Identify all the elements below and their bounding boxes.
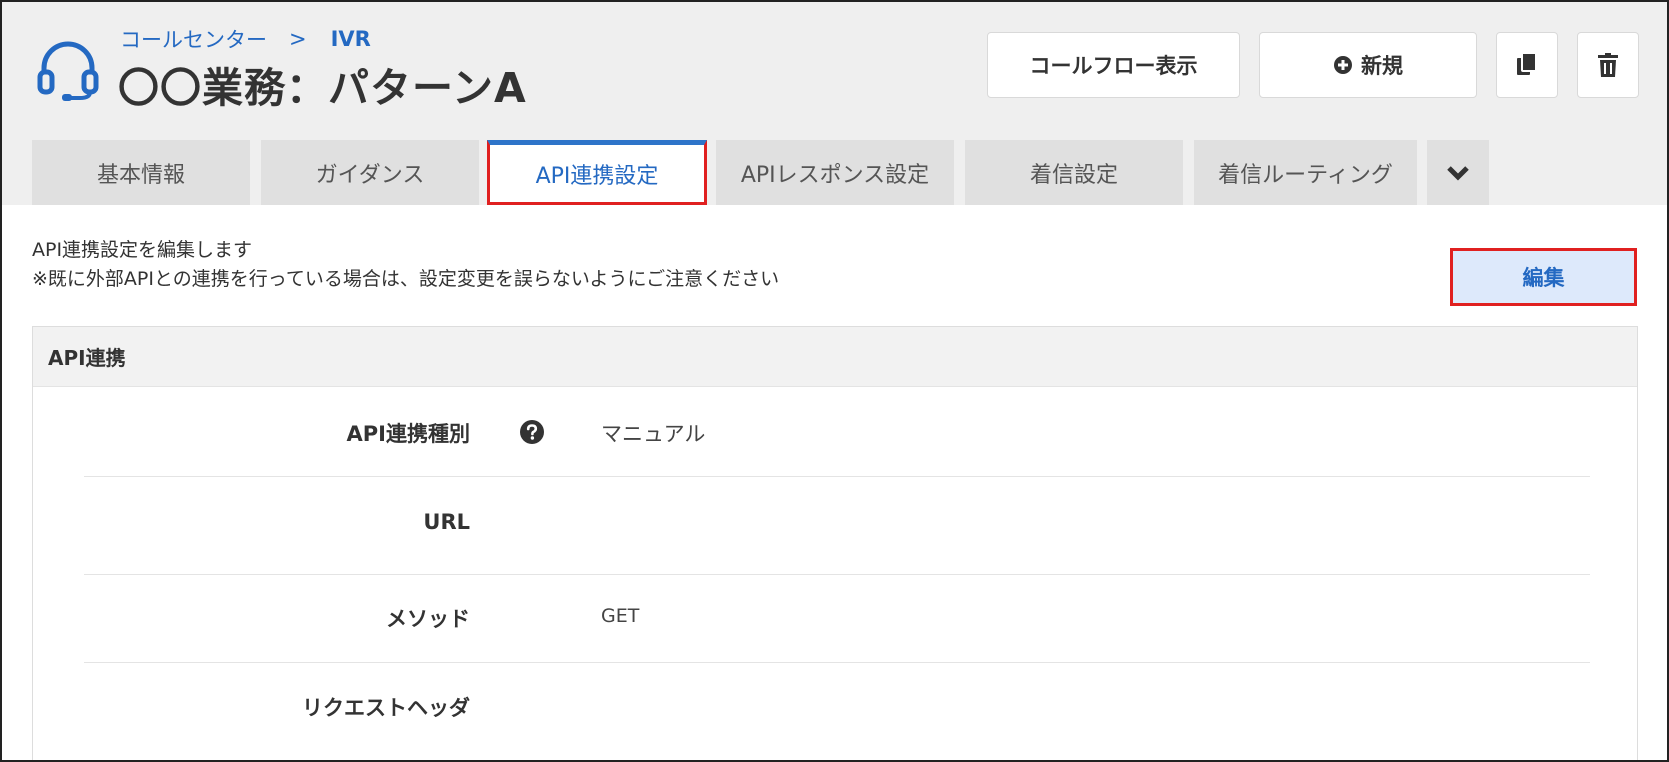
new-button[interactable]: 新規 [1259,32,1477,98]
page-header: コールセンター > IVR 〇〇業務：パターンA コールフロー表示 新規 基本情… [2,2,1667,205]
row-label: リクエストヘッダ [302,696,470,720]
row-value: GET [601,605,640,627]
breadcrumb-separator: > [289,27,307,51]
api-integration-panel: API連携 API連携種別 マニュアル URL メソッド GET リクエストヘッ… [32,326,1638,760]
tab-api-integration[interactable]: API連携設定 [487,140,707,205]
new-button-label: 新規 [1361,54,1403,78]
delete-button[interactable] [1577,32,1639,98]
app-window: コールセンター > IVR 〇〇業務：パターンA コールフロー表示 新規 基本情… [0,0,1669,762]
help-icon[interactable] [520,420,544,444]
row-label: API連携種別 [346,422,470,446]
page-title: 〇〇業務：パターンA [118,64,527,112]
description: API連携設定を編集します ※既に外部APIとの連携を行っている場合は、設定変更… [32,236,779,294]
headset-icon [37,41,99,101]
row-url: URL [84,477,1590,575]
tab-api-response[interactable]: APIレスポンス設定 [716,140,954,205]
edit-button[interactable]: 編集 [1450,248,1637,306]
row-request-header: リクエストヘッダ [84,663,1590,753]
tab-guidance[interactable]: ガイダンス [261,140,479,205]
panel-title: API連携 [33,327,1637,387]
row-label: メソッド [386,607,470,631]
call-flow-button[interactable]: コールフロー表示 [987,32,1240,98]
more-tabs-button[interactable] [1427,140,1489,205]
breadcrumb: コールセンター > IVR [120,24,371,54]
tab-incoming-settings[interactable]: 着信設定 [965,140,1183,205]
tab-incoming-routing[interactable]: 着信ルーティング [1194,140,1417,205]
tab-basic-info[interactable]: 基本情報 [32,140,250,205]
copy-icon [1517,53,1537,75]
trash-icon [1598,53,1618,77]
row-value: マニュアル [601,422,706,446]
breadcrumb-item-ivr[interactable]: IVR [331,27,371,51]
row-method: メソッド GET [84,575,1590,663]
breadcrumb-item-call-center[interactable]: コールセンター [120,24,267,54]
row-api-type: API連携種別 マニュアル [84,387,1590,477]
copy-button[interactable] [1496,32,1558,98]
chevron-down-icon [1447,165,1469,181]
description-line-1: API連携設定を編集します [32,239,253,261]
plus-circle-icon [1334,56,1352,74]
row-label: URL [423,510,470,534]
description-line-2: ※既に外部APIとの連携を行っている場合は、設定変更を誤らないようにご注意くださ… [32,268,780,290]
